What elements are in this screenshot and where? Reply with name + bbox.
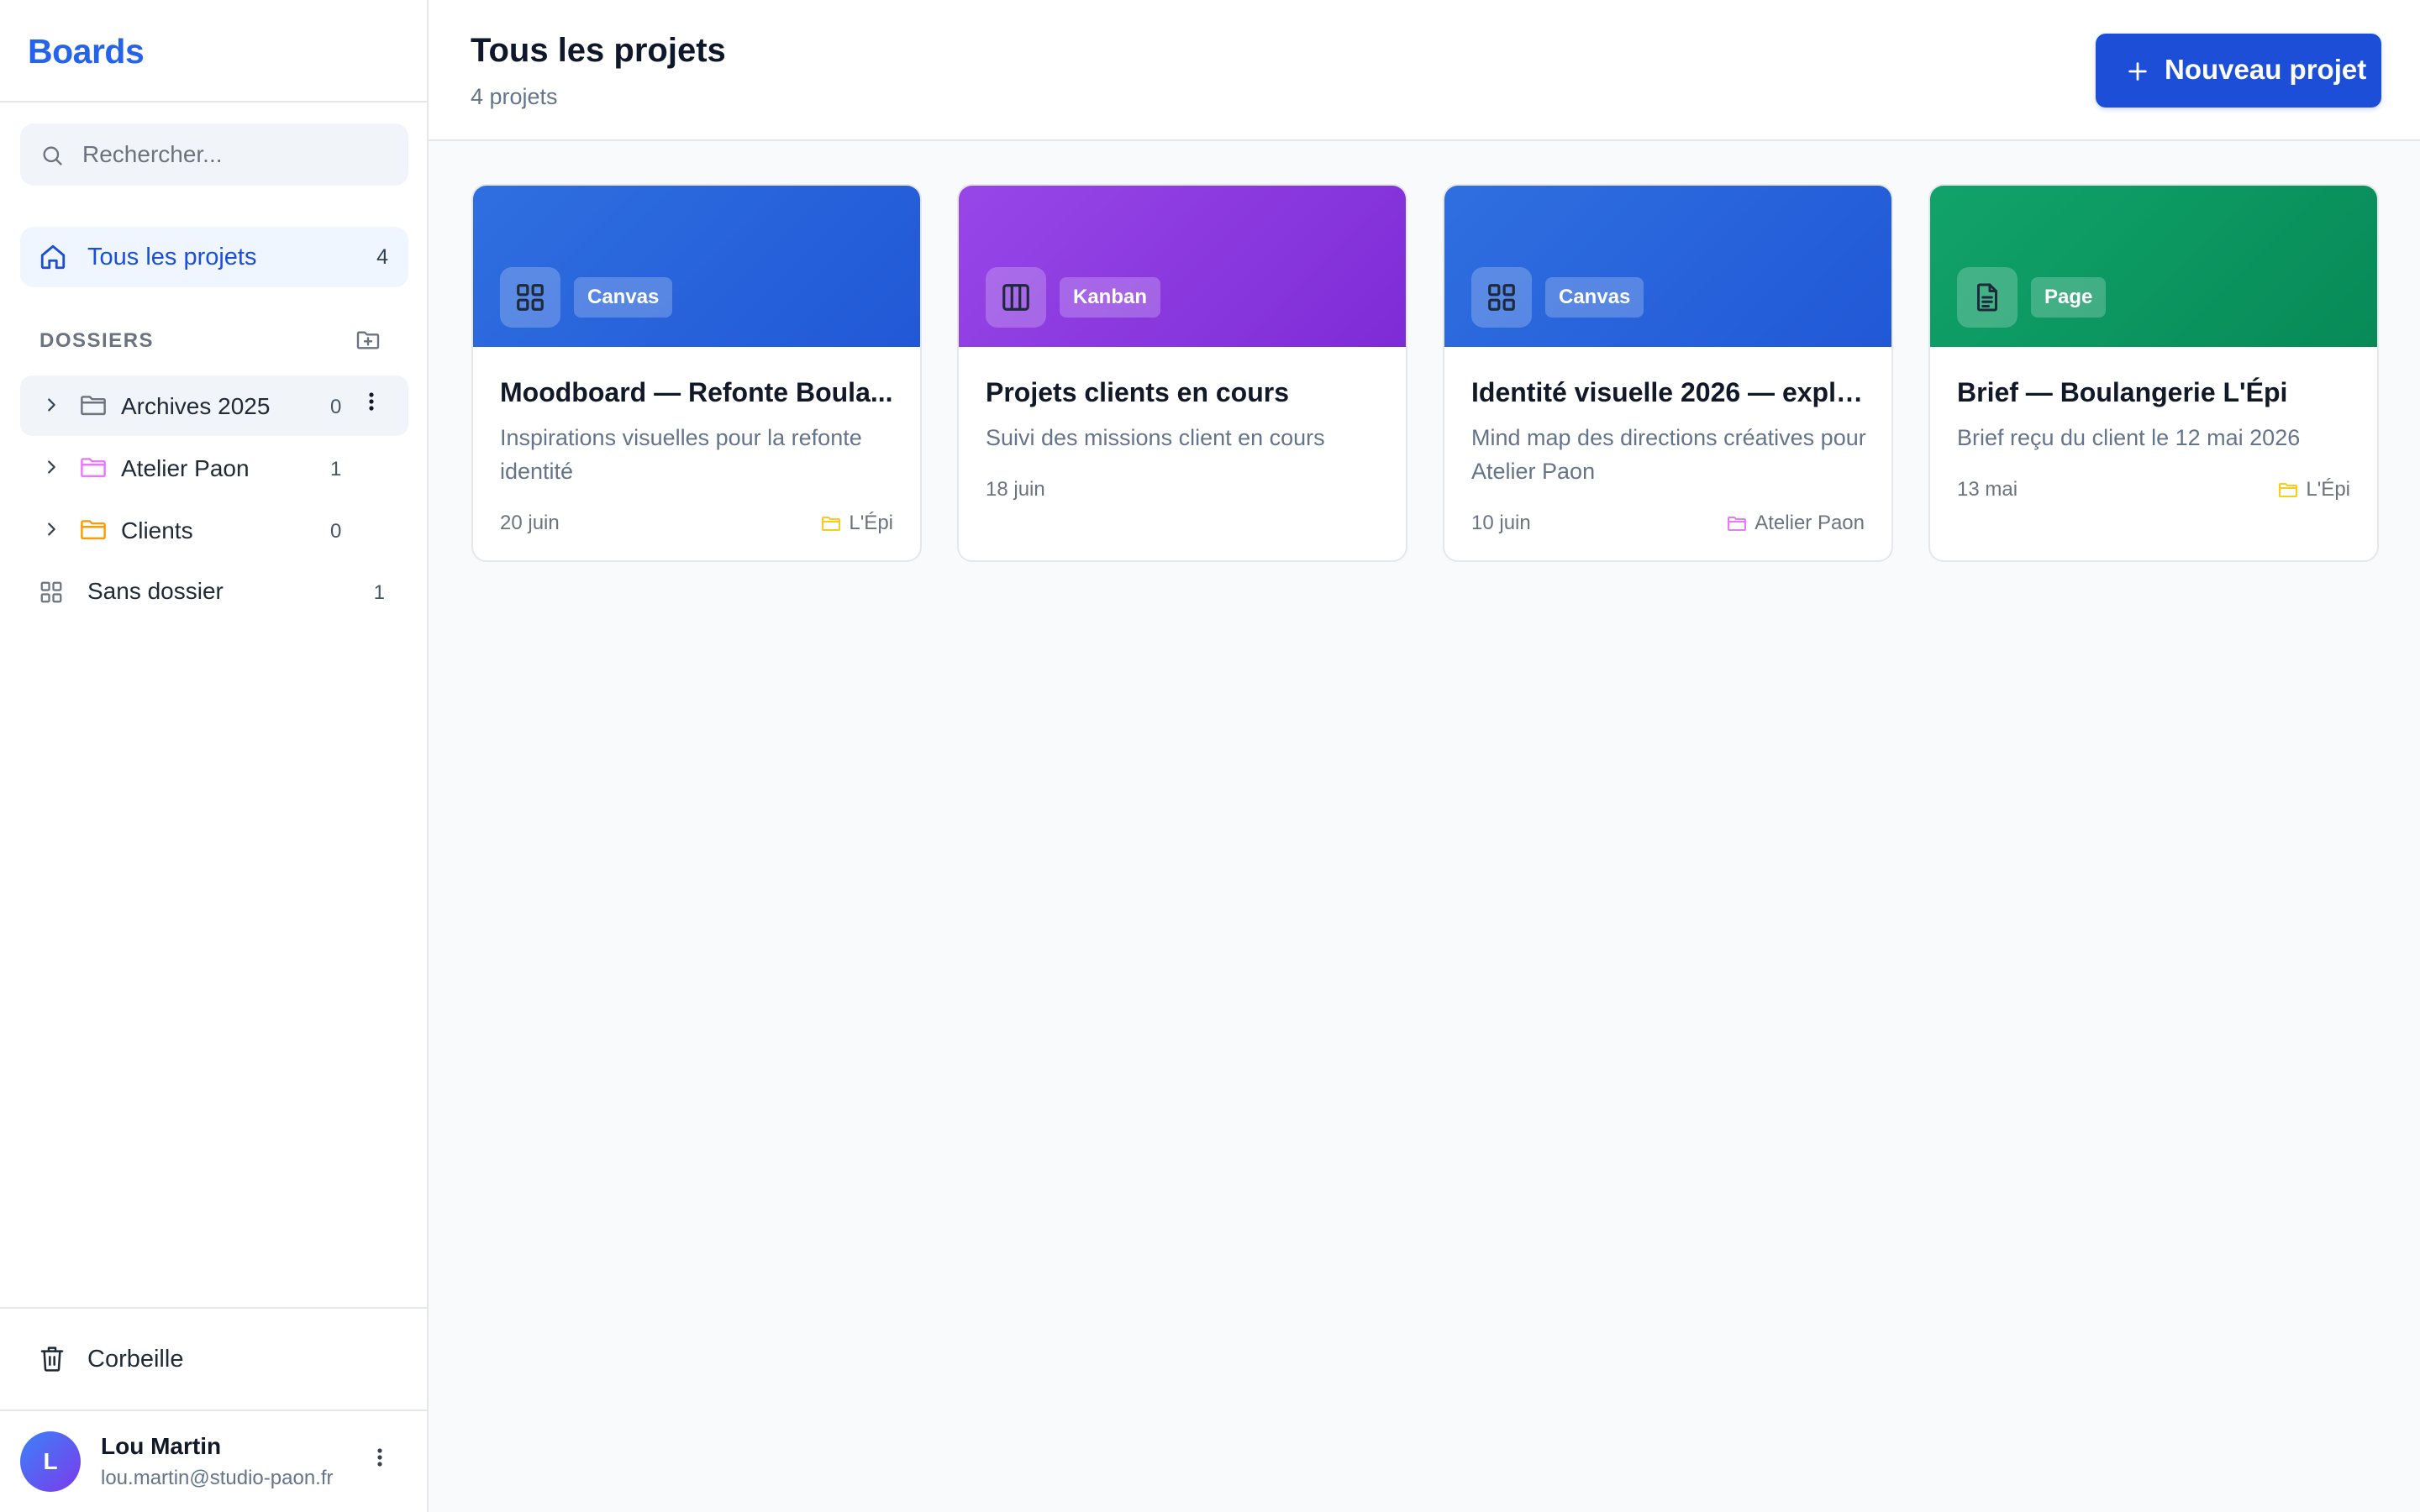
card-folder: L'Épi [2277, 478, 2350, 501]
folder-icon [79, 517, 108, 542]
user-profile[interactable]: L Lou Martin lou.martin@studio-paon.fr [20, 1428, 408, 1495]
search-icon [40, 144, 64, 167]
columns-icon [1000, 281, 1032, 313]
card-type-badge: Kanban [1060, 277, 1161, 318]
sidebar-folder-archives-2025[interactable]: Archives 2025 0 [20, 375, 408, 436]
card-type-badge: Canvas [574, 277, 673, 318]
divider [0, 1307, 427, 1309]
grid-icon [39, 580, 64, 605]
folder-icon [1726, 514, 1748, 533]
chevron-right-icon[interactable] [42, 396, 60, 414]
sidebar: Boards Tous les projets 4 DOSSIERS Archi… [0, 0, 429, 1512]
card-type-badge: Page [2031, 277, 2107, 318]
divider [0, 1410, 427, 1411]
card-folder-label: L'Épi [2306, 478, 2350, 501]
folder-icon [820, 514, 842, 533]
sidebar-item-all-projects[interactable]: Tous les projets 4 [20, 227, 408, 287]
card-title: Moodboard — Refonte Boula... [500, 377, 893, 407]
card-folder-label: L'Épi [849, 512, 893, 534]
new-project-label: Nouveau projet [2165, 54, 2367, 85]
chevron-right-icon[interactable] [42, 520, 60, 538]
brand-logo[interactable]: Boards [28, 32, 145, 71]
sidebar-item-label: Tous les projets [87, 244, 257, 270]
avatar[interactable]: L [20, 1431, 81, 1492]
card-title: Identité visuelle 2026 — explo... [1471, 377, 1868, 407]
more-vertical-icon[interactable] [368, 391, 375, 416]
project-card[interactable]: Kanban Projets clients en cours Suivi de… [957, 184, 1407, 562]
folder-label: Clients [121, 517, 193, 543]
search-input[interactable] [82, 123, 393, 186]
project-card[interactable]: Canvas Moodboard — Refonte Boula... Insp… [471, 184, 922, 562]
grid-icon [1486, 281, 1518, 313]
folder-label: Atelier Paon [121, 455, 250, 481]
card-description: Brief reçu du client le 12 mai 2026 [1957, 425, 2301, 450]
divider [0, 101, 427, 102]
folder-icon [2277, 480, 2299, 499]
search-box[interactable] [20, 123, 408, 186]
sidebar-item-count: 1 [373, 581, 385, 604]
folders-section-title: DOSSIERS [39, 329, 155, 352]
plus-icon [2126, 60, 2149, 83]
card-date: 20 juin [500, 512, 560, 534]
card-date: 13 mai [1957, 478, 2018, 501]
user-name: Lou Martin [101, 1433, 222, 1459]
project-card[interactable]: Page Brief — Boulangerie L'Épi Brief reç… [1928, 184, 2379, 562]
folder-count: 0 [330, 396, 342, 418]
card-title: Brief — Boulangerie L'Épi [1957, 377, 2288, 407]
card-description: Suivi des missions client en cours [986, 425, 1325, 450]
card-folder-label: Atelier Paon [1754, 512, 1865, 534]
card-type-tile [500, 267, 560, 328]
sidebar-item-label: Sans dossier [87, 578, 224, 604]
grid-icon [514, 281, 546, 313]
sidebar-item-count: 4 [376, 245, 388, 269]
sidebar-folder-atelier-paon[interactable]: Atelier Paon 1 [20, 438, 408, 498]
card-date: 10 juin [1471, 512, 1531, 534]
card-folder: L'Épi [820, 512, 893, 535]
home-icon [39, 243, 67, 271]
user-email: lou.martin@studio-paon.fr [101, 1467, 334, 1489]
card-date: 18 juin [986, 478, 1045, 501]
project-card[interactable]: Canvas Identité visuelle 2026 — explo...… [1443, 184, 1893, 562]
sidebar-item-trash[interactable]: Corbeille [20, 1329, 408, 1389]
folder-icon [79, 392, 108, 417]
folder-label: Archives 2025 [121, 393, 271, 419]
new-folder-icon[interactable] [355, 327, 381, 354]
folder-icon [79, 454, 108, 480]
sidebar-item-label: Corbeille [87, 1346, 184, 1373]
card-type-tile [1471, 267, 1532, 328]
more-vertical-icon[interactable] [376, 1446, 383, 1472]
card-title: Projets clients en cours [986, 377, 1290, 407]
chevron-right-icon[interactable] [42, 458, 60, 476]
card-description: Mind map des directions créatives pour A… [1471, 425, 1866, 484]
card-type-badge: Canvas [1545, 277, 1644, 318]
trash-icon [39, 1344, 66, 1374]
card-description: Inspirations visuelles pour la refonte i… [500, 425, 862, 484]
card-folder: Atelier Paon [1726, 512, 1865, 535]
card-type-tile [1957, 267, 2018, 328]
page-title: Tous les projets [471, 32, 726, 69]
document-icon [1972, 281, 2002, 313]
sidebar-folder-clients[interactable]: Clients 0 [20, 500, 408, 560]
folder-count: 1 [330, 458, 342, 480]
new-project-button[interactable]: Nouveau projet [2096, 34, 2381, 108]
page-header: Tous les projets 4 projets Nouveau proje… [429, 0, 2420, 141]
sidebar-item-no-folder[interactable]: Sans dossier 1 [20, 561, 408, 622]
folder-count: 0 [330, 520, 342, 543]
card-type-tile [986, 267, 1046, 328]
project-count: 4 projets [471, 84, 558, 109]
